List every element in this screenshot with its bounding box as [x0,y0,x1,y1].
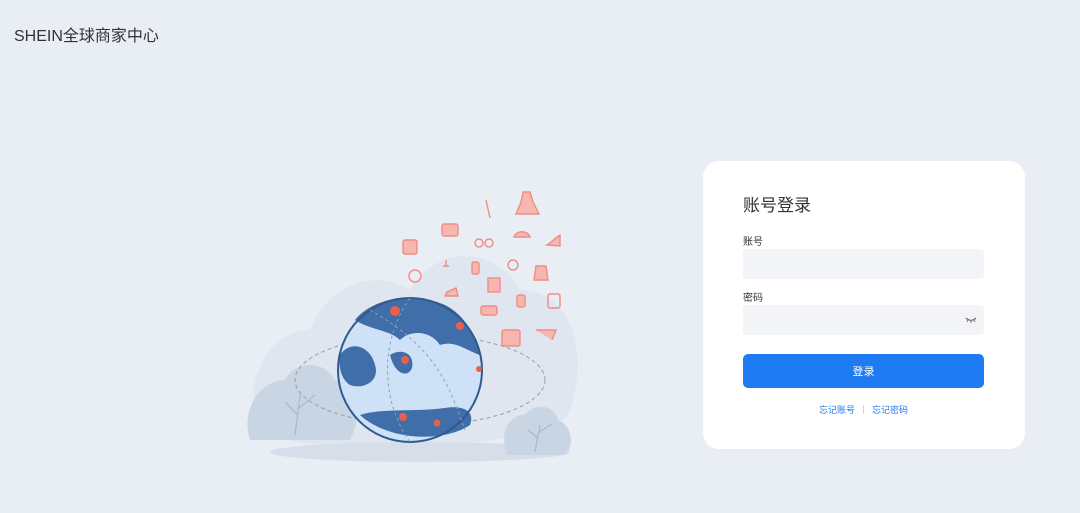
ring-icon [507,259,519,271]
hide-password-icon[interactable] [965,314,977,324]
bag-icon [501,329,521,347]
account-label: 账号 [743,237,763,248]
heel-icon [544,233,561,247]
help-links: 忘记账号 忘记密码 [743,403,984,416]
location-pin [390,306,400,316]
dress-icon [514,191,541,215]
handbag-icon [441,223,459,237]
lipstick-icon [485,199,491,219]
account-input[interactable] [743,249,984,279]
location-pin [401,356,409,364]
forgot-password-link[interactable]: 忘记密码 [872,403,908,416]
link-divider [863,405,864,414]
password-input[interactable] [743,305,984,335]
shirt-icon [487,277,501,293]
sunglasses-icon-2 [484,238,494,248]
watch-icon [408,269,422,283]
globe-illustration [247,191,578,462]
login-card: 账号登录 账号 密码 登录 忘记账号 忘记密码 [703,161,1025,449]
jacket-icon [533,265,549,281]
login-title: 账号登录 [743,196,811,215]
location-pin [456,322,464,330]
password-label: 密码 [743,293,763,304]
perfume-icon [516,294,526,308]
tshirt-icon [402,239,418,255]
bottle-icon-2 [471,261,480,275]
sunglasses-icon [474,238,484,248]
location-pin [476,366,482,372]
location-pin [433,419,441,427]
login-button[interactable]: 登录 [743,354,984,388]
forgot-account-link[interactable]: 忘记账号 [819,403,855,416]
hat-icon [513,231,531,238]
brand-title: SHEIN全球商家中心 [14,28,159,45]
wallet-icon [480,305,498,316]
location-pin [399,413,407,421]
